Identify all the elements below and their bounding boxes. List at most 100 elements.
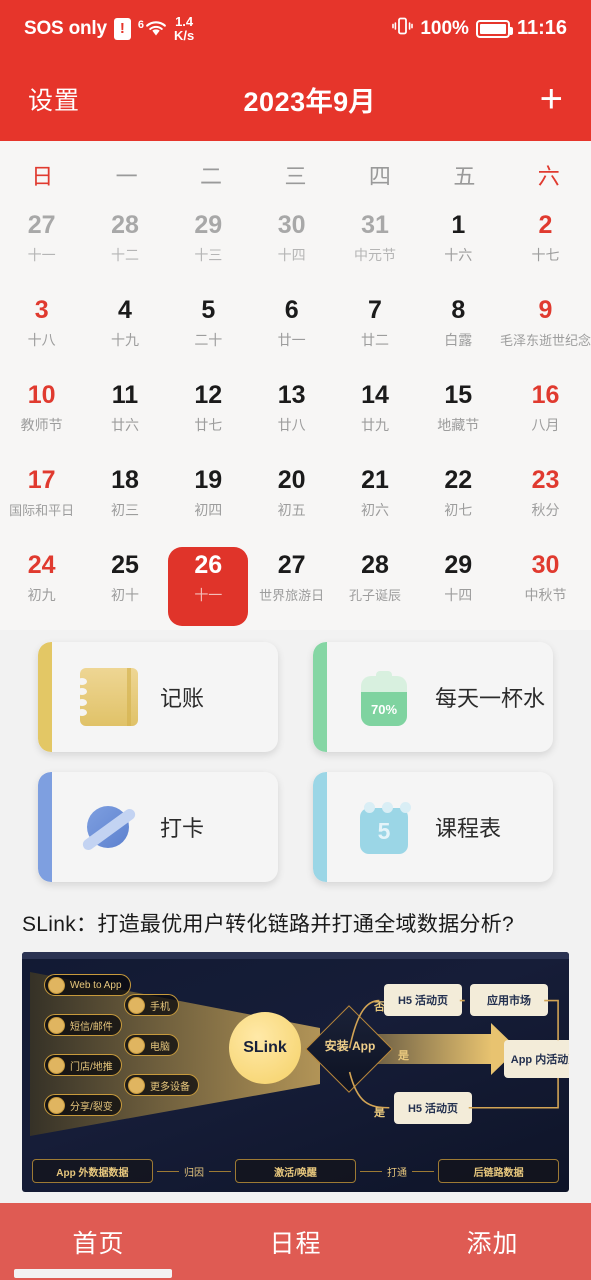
- day-number: 5: [201, 296, 216, 324]
- add-icon[interactable]: +: [540, 79, 563, 119]
- day-lunar-label: 白露: [444, 331, 473, 348]
- card-accent-stripe: [38, 772, 52, 882]
- carrier-label: SOS only: [24, 17, 107, 39]
- ad-section[interactable]: SLink：打造最优用户转化链路并打通全域数据分析? Web to App 短信…: [0, 882, 591, 1192]
- calendar-day-cell[interactable]: 19 初四: [167, 460, 250, 545]
- calendar-day-cell[interactable]: 16 八月: [500, 375, 591, 460]
- day-number: 30: [277, 211, 306, 239]
- weekday-header-row: 日一二三四五六: [0, 147, 591, 205]
- planet-icon: [80, 798, 138, 856]
- day-lunar-label: 十一: [194, 586, 223, 603]
- calendar-day-cell[interactable]: 7 廿二: [333, 290, 416, 375]
- page-title[interactable]: 2023年9月: [244, 80, 377, 119]
- day-number: 8: [451, 296, 466, 324]
- calendar-day-cell[interactable]: 20 初五: [250, 460, 333, 545]
- nav-tab-home[interactable]: 首页: [0, 1224, 197, 1260]
- day-lunar-label: 十一: [27, 246, 56, 263]
- app-title-bar: 设置 2023年9月 +: [0, 57, 591, 141]
- calendar-day-cell[interactable]: 21 初六: [333, 460, 416, 545]
- calendar-day-cell[interactable]: 14 廿九: [333, 375, 416, 460]
- calendar-day-cell[interactable]: 29 十三: [167, 205, 250, 290]
- nav-tab-add[interactable]: 添加: [394, 1224, 591, 1260]
- calendar-day-cell[interactable]: 6 廿一: [250, 290, 333, 375]
- day-lunar-label: 初四: [194, 501, 223, 518]
- calendar-day-cell[interactable]: 11 廿六: [83, 375, 166, 460]
- calendar-day-cell[interactable]: 13 廿八: [250, 375, 333, 460]
- widget-card-label: 打卡: [160, 816, 205, 841]
- calendar-day-cell[interactable]: 22 初七: [417, 460, 500, 545]
- calendar-day-cell[interactable]: 18 初三: [83, 460, 166, 545]
- calendar-day-cell[interactable]: 25 初十: [83, 545, 166, 630]
- calendar-day-cell[interactable]: 8 白露: [417, 290, 500, 375]
- calendar-day-cell[interactable]: 4 十九: [83, 290, 166, 375]
- day-lunar-label: 十四: [444, 586, 473, 603]
- day-lunar-label: 初六: [360, 501, 389, 518]
- calendar-day-cell[interactable]: 1 十六: [417, 205, 500, 290]
- calendar-day-cell[interactable]: 30 中秋节: [500, 545, 591, 630]
- widget-card-water-battery[interactable]: 70% 每天一杯水: [313, 642, 553, 752]
- weekday-label-1: 一: [115, 164, 138, 189]
- day-lunar-label: 十九: [110, 331, 139, 348]
- day-lunar-label: 秋分: [531, 501, 560, 518]
- day-number: 25: [111, 551, 139, 579]
- day-number: 21: [361, 466, 389, 494]
- calendar-day-cell[interactable]: 23 秋分: [500, 460, 591, 545]
- calendar-day-cell[interactable]: 9 毛泽东逝世纪念: [500, 290, 591, 375]
- card-accent-stripe: [38, 642, 52, 752]
- calendar-day-cell[interactable]: 15 地藏节: [417, 375, 500, 460]
- weekday-label-2: 二: [200, 164, 223, 189]
- widget-card-notebook[interactable]: 记账: [38, 642, 278, 752]
- day-number: 20: [277, 466, 306, 494]
- day-lunar-label: 廿九: [360, 416, 389, 433]
- footer-segment: 激活/唤醒: [235, 1159, 356, 1183]
- day-number: 11: [111, 381, 139, 409]
- calendar-day-cell[interactable]: 10 教师节: [0, 375, 83, 460]
- calendar-day-cell[interactable]: 12 廿七: [167, 375, 250, 460]
- calendar-day-cell[interactable]: 31 中元节: [333, 205, 416, 290]
- home-indicator[interactable]: [14, 1269, 172, 1278]
- day-number: 13: [277, 381, 306, 409]
- settings-button[interactable]: 设置: [28, 81, 80, 117]
- status-bar: SOS only ! 6 1.4 K/s 100% 11:16: [0, 0, 591, 57]
- day-number: 14: [361, 381, 389, 409]
- calendar-days-grid: 27 十一 28 十二 29 十三 30 十四 31 中元节 1 十六 2 十七 3 十八 4 十九 5 二十 6 廿一 7…: [0, 205, 591, 630]
- calendar-day-cell[interactable]: 24 初九: [0, 545, 83, 630]
- calendar-day-cell[interactable]: 30 十四: [250, 205, 333, 290]
- day-lunar-label: 廿七: [194, 416, 223, 433]
- calendar-day-cell[interactable]: 27 世界旅游日: [250, 545, 333, 630]
- day-lunar-label: 初十: [110, 586, 139, 603]
- calendar-day-cell[interactable]: 17 国际和平日: [0, 460, 83, 545]
- calendar-day-cell[interactable]: 27 十一: [0, 205, 83, 290]
- day-number: 1: [451, 211, 466, 239]
- calendar-day-cell[interactable]: 28 十二: [83, 205, 166, 290]
- widget-card-grid: 记账 70% 每天一杯水打卡 5 课程表: [0, 630, 591, 882]
- battery-icon: [475, 19, 513, 38]
- widget-card-schedule-calendar[interactable]: 5 课程表: [313, 772, 553, 882]
- card-accent-stripe: [313, 642, 327, 752]
- vibrate-icon: [392, 16, 414, 41]
- card-accent-stripe: [313, 772, 327, 882]
- weekday-label-6: 六: [537, 164, 560, 189]
- day-number: 7: [368, 296, 382, 324]
- day-number: 17: [27, 466, 56, 494]
- network-speed-unit: K/s: [174, 27, 195, 43]
- network-speed: 1.4 K/s: [174, 15, 194, 42]
- day-lunar-label: 教师节: [20, 416, 63, 433]
- wifi-icon: 6: [138, 19, 167, 38]
- schedule-day-number: 5: [377, 818, 391, 844]
- notebook-icon: [77, 668, 138, 726]
- nav-tab-schedule[interactable]: 日程: [197, 1224, 394, 1260]
- footer-segment: 后链路数据: [438, 1159, 560, 1183]
- calendar-day-cell[interactable]: 29 十四: [417, 545, 500, 630]
- calendar-day-cell[interactable]: 2 十七: [500, 205, 591, 290]
- calendar-day-cell[interactable]: 5 二十: [167, 290, 250, 375]
- sim-alert-icon: !: [113, 17, 131, 40]
- day-lunar-label: 国际和平日: [9, 502, 75, 518]
- calendar-day-cell[interactable]: 26 十一: [167, 545, 250, 630]
- widget-card-planet[interactable]: 打卡: [38, 772, 278, 882]
- calendar-day-cell[interactable]: 3 十八: [0, 290, 83, 375]
- ad-image[interactable]: Web to App 短信/邮件 门店/地推 分享/裂变 手机 电脑 更多设备 …: [22, 952, 569, 1192]
- day-lunar-label: 初九: [27, 586, 56, 603]
- calendar-day-cell[interactable]: 28 孔子诞辰: [333, 545, 416, 630]
- bottom-navigation-bar: 首页 日程 添加: [0, 1203, 591, 1280]
